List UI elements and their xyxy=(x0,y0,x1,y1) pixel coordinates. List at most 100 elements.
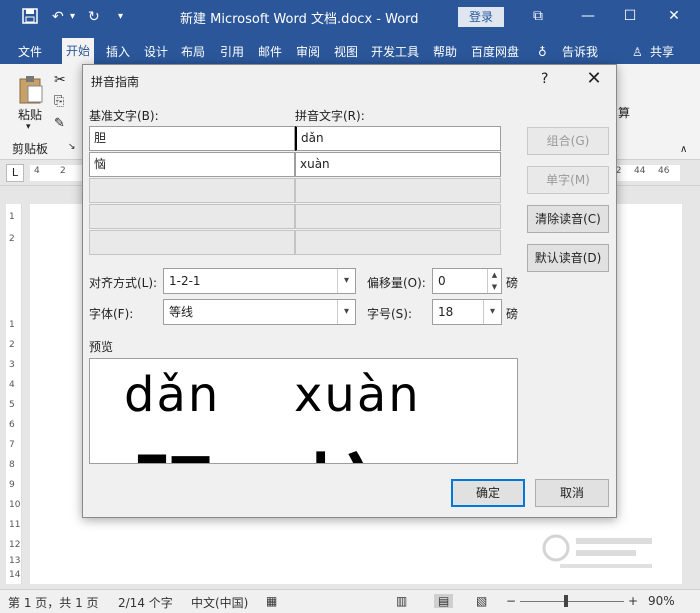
ruler-number: 10 xyxy=(9,500,21,510)
clipboard-group-label: 剪贴板 xyxy=(12,142,49,156)
mono-ruby-button[interactable]: 单字(M) xyxy=(527,166,609,194)
chevron-down-icon[interactable]: ▾ xyxy=(483,300,501,324)
tab-help[interactable]: 帮助 xyxy=(433,40,457,64)
ruby-text-cell[interactable]: xuàn xyxy=(295,152,501,177)
tab-design[interactable]: 设计 xyxy=(144,40,168,64)
web-layout-icon[interactable]: ▧ xyxy=(476,594,487,608)
maximize-icon[interactable]: ☐ xyxy=(620,6,640,26)
cut-icon[interactable]: ✂ xyxy=(54,72,66,88)
share-button[interactable]: 共享 xyxy=(650,40,674,64)
vertical-ruler[interactable]: 1 2 1 2 3 4 5 6 7 8 9 10 11 12 13 14 xyxy=(6,204,22,584)
vertical-scrollbar[interactable] xyxy=(686,204,698,584)
ruler-number: 2 xyxy=(9,340,15,350)
clipboard-launcher-icon[interactable]: ↘ xyxy=(68,142,76,152)
login-button[interactable]: 登录 xyxy=(458,7,504,27)
ruby-text-cell[interactable] xyxy=(295,178,501,203)
ruler-number: 13 xyxy=(9,556,21,566)
undo-dropdown-icon[interactable]: ▾ xyxy=(70,8,75,26)
copy-icon[interactable]: ⎘ xyxy=(54,94,64,109)
offset-spinner[interactable]: 0 ▲ ▼ xyxy=(432,268,502,294)
lightbulb-icon[interactable]: ♁ xyxy=(538,40,547,64)
page-count[interactable]: 第 1 页，共 1 页 xyxy=(8,594,99,611)
collapse-ribbon-icon[interactable]: ∧ xyxy=(680,144,687,155)
tab-developer[interactable]: 开发工具 xyxy=(371,40,419,64)
ruler-number: 2 xyxy=(9,234,15,244)
close-icon[interactable]: ✕ xyxy=(583,68,605,90)
chevron-down-icon[interactable]: ▾ xyxy=(337,300,355,324)
tab-insert[interactable]: 插入 xyxy=(106,40,130,64)
base-text-cell[interactable]: 胆 xyxy=(89,126,295,151)
language[interactable]: 中文(中国) xyxy=(191,594,248,611)
tab-stop-selector[interactable]: L xyxy=(6,164,24,182)
offset-label: 偏移量(O): xyxy=(367,276,426,290)
ribbon-display-icon[interactable]: ⧉ xyxy=(528,6,548,26)
title-bar: ↶ ▾ ↻ ▾ 新建 Microsoft Word 文档.docx - Word… xyxy=(0,0,700,34)
ok-button[interactable]: 确定 xyxy=(451,479,525,507)
ruby-text-cell[interactable] xyxy=(295,230,501,255)
ruler-number: 1 xyxy=(9,212,15,222)
read-mode-icon[interactable]: ▥ xyxy=(396,594,407,608)
share-icon[interactable]: ♙ xyxy=(632,40,643,64)
alignment-select[interactable]: 1-2-1 ▾ xyxy=(163,268,356,294)
chevron-down-icon[interactable]: ▾ xyxy=(337,269,355,293)
ruler-number: 44 xyxy=(634,166,646,176)
ruler-number: 8 xyxy=(9,460,15,470)
ruler-number: 12 xyxy=(9,540,21,550)
size-label: 字号(S): xyxy=(367,307,413,321)
zoom-slider-thumb[interactable] xyxy=(564,595,568,607)
zoom-slider[interactable] xyxy=(520,601,624,602)
tab-layout[interactable]: 布局 xyxy=(181,40,205,64)
ruler-number: 7 xyxy=(9,440,15,450)
zoom-out-icon[interactable]: − xyxy=(506,594,516,608)
ruler-number: 2 xyxy=(60,166,66,176)
tab-references[interactable]: 引用 xyxy=(220,40,244,64)
base-text-cell[interactable] xyxy=(89,204,295,229)
ruby-text-cell[interactable]: dǎn xyxy=(295,126,501,151)
font-select[interactable]: 等线 ▾ xyxy=(163,299,356,325)
base-text-label: 基准文字(B): xyxy=(89,109,159,123)
tab-mailings[interactable]: 邮件 xyxy=(258,40,282,64)
paste-dropdown-icon[interactable]: ▾ xyxy=(26,122,31,132)
group-button[interactable]: 组合(G) xyxy=(527,127,609,155)
spin-up-icon[interactable]: ▲ xyxy=(487,269,501,281)
offset-unit: 磅 xyxy=(506,276,519,290)
minimize-icon[interactable]: — xyxy=(578,6,598,26)
base-text-cell[interactable] xyxy=(89,178,295,203)
print-layout-icon[interactable]: ▤ xyxy=(434,594,454,608)
zoom-in-icon[interactable]: + xyxy=(628,594,638,608)
zoom-level[interactable]: 90% xyxy=(648,594,675,608)
preview-pinyin: dǎn xyxy=(124,367,221,423)
save-icon[interactable] xyxy=(22,8,38,29)
format-painter-icon[interactable]: ✎ xyxy=(54,116,65,131)
ruler-number: 6 xyxy=(9,420,15,430)
ruby-text-cell[interactable] xyxy=(295,204,501,229)
base-text-cell[interactable] xyxy=(89,230,295,255)
ruler-number: 14 xyxy=(9,570,21,580)
word-count[interactable]: 2/14 个字 xyxy=(118,594,173,611)
paste-icon[interactable] xyxy=(18,74,44,104)
customize-icon[interactable]: ▾ xyxy=(118,8,123,26)
paste-button[interactable]: 粘贴 xyxy=(18,106,42,123)
tab-file[interactable]: 文件 xyxy=(18,40,42,64)
tab-baidu[interactable]: 百度网盘 xyxy=(471,40,519,64)
window-title: 新建 Microsoft Word 文档.docx - Word xyxy=(180,12,419,27)
ribbon-tabs: 文件 开始 插入 设计 布局 引用 邮件 审阅 视图 开发工具 帮助 百度网盘 … xyxy=(0,34,700,64)
undo-icon[interactable]: ↶ xyxy=(52,8,64,26)
tab-home[interactable]: 开始 xyxy=(62,38,95,64)
ruler-number: 11 xyxy=(9,520,21,530)
tab-review[interactable]: 审阅 xyxy=(296,40,320,64)
macro-record-icon[interactable]: ▦ xyxy=(266,594,277,608)
help-button[interactable]: ? xyxy=(541,71,548,87)
tell-me[interactable]: 告诉我 xyxy=(562,40,598,64)
cancel-button[interactable]: 取消 xyxy=(535,479,609,507)
tab-view[interactable]: 视图 xyxy=(334,40,358,64)
font-label: 字体(F): xyxy=(89,307,134,321)
spin-down-icon[interactable]: ▼ xyxy=(487,281,501,293)
redo-icon[interactable]: ↻ xyxy=(88,8,100,26)
close-window-icon[interactable]: ✕ xyxy=(664,6,684,26)
size-select[interactable]: 18 ▾ xyxy=(432,299,502,325)
default-reading-button[interactable]: 默认读音(D) xyxy=(527,244,609,272)
clear-ruby-button[interactable]: 清除读音(C) xyxy=(527,205,609,233)
ruby-text-label: 拼音文字(R): xyxy=(295,109,365,123)
base-text-cell[interactable]: 恼 xyxy=(89,152,295,177)
